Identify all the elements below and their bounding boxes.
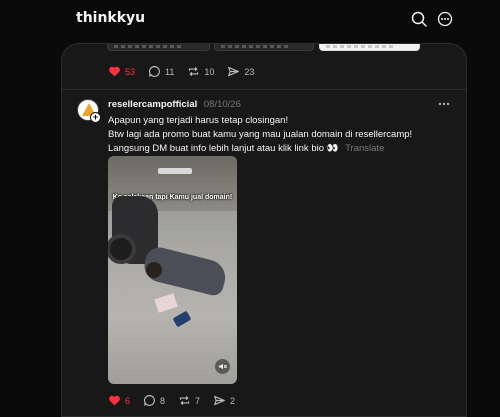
- translate-link[interactable]: Translate: [345, 143, 384, 154]
- like-button[interactable]: 53: [108, 65, 135, 78]
- comment-icon: [144, 395, 155, 406]
- post-divider: [62, 89, 466, 90]
- share-button[interactable]: 2: [213, 394, 235, 407]
- comment-button[interactable]: 8: [143, 394, 165, 407]
- post-video[interactable]: Ke celakaan tapi Kamu jual domain!: [108, 156, 237, 384]
- username[interactable]: resellercampofficial: [108, 99, 197, 110]
- repost-button[interactable]: 7: [178, 394, 200, 407]
- like-count: 53: [125, 66, 136, 77]
- more-options-icon[interactable]: [438, 102, 450, 106]
- repost-icon: [189, 67, 199, 76]
- share-button[interactable]: 23: [227, 65, 254, 78]
- comment-count: 11: [165, 66, 175, 77]
- comment-count: 8: [160, 395, 166, 406]
- post-text-line: Apapun yang terjadi harus tetap closinga…: [108, 115, 289, 126]
- post-text-line-content: Langsung DM buat info lebih lanjut atau …: [108, 143, 339, 154]
- share-count: 2: [230, 395, 236, 406]
- media-thumbnail[interactable]: [319, 44, 420, 51]
- post-header: resellercampofficial 08/10/26: [108, 99, 241, 110]
- comment-button[interactable]: 11: [148, 65, 174, 78]
- post-date: 08/10/26: [203, 99, 241, 110]
- heart-filled-icon: [109, 395, 120, 406]
- repost-icon: [179, 396, 190, 405]
- speaker-muted-icon: [218, 363, 227, 370]
- search-icon[interactable]: [411, 11, 427, 27]
- more-options-icon[interactable]: [437, 11, 453, 27]
- share-count: 23: [244, 66, 255, 77]
- post-text-line: Btw lagi ada promo buat kamu yang mau ju…: [108, 129, 413, 140]
- post-body: Apapun yang terjadi harus tetap closinga…: [108, 114, 458, 156]
- repost-count: 10: [204, 66, 215, 77]
- repost-count: 7: [195, 395, 201, 406]
- profile-title: thinkkyu: [76, 10, 146, 26]
- media-thumbnail[interactable]: [107, 44, 210, 51]
- post-actions: 6 8 7 2: [108, 394, 248, 407]
- follow-plus-icon[interactable]: +: [90, 112, 101, 123]
- top-bar: thinkkyu: [0, 0, 500, 40]
- like-button[interactable]: 6: [108, 394, 130, 407]
- heart-filled-icon: [109, 66, 120, 77]
- video-watermark: [158, 168, 192, 174]
- post-text-line: Langsung DM buat info lebih lanjut atau …: [108, 142, 458, 156]
- share-icon: [214, 395, 225, 406]
- previous-post-actions: 53 11 10 23: [108, 65, 267, 78]
- like-count: 6: [125, 395, 131, 406]
- feed-container: 53 11 10 23 + resellercampofficial 08/10…: [61, 43, 467, 417]
- repost-button[interactable]: 10: [187, 65, 214, 78]
- media-thumbnail[interactable]: [214, 44, 314, 51]
- mute-button[interactable]: [215, 359, 230, 374]
- share-icon: [228, 66, 240, 77]
- comment-icon: [149, 66, 160, 77]
